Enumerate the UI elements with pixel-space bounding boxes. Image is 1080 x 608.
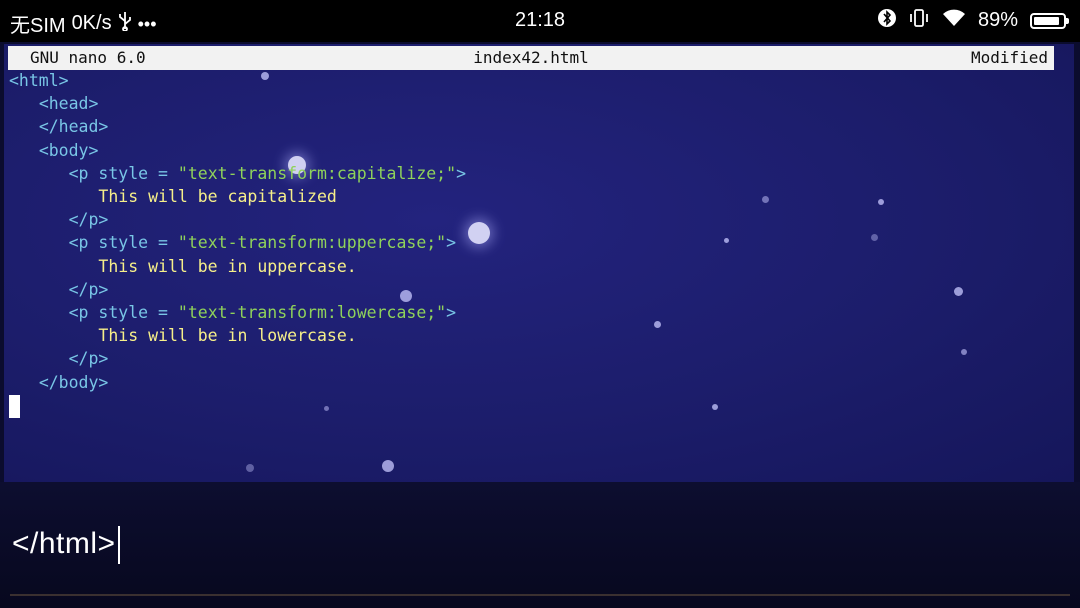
carrier-label: 无SIM <box>10 15 66 37</box>
code-token-str: "text-transform:lowercase;" <box>177 303 447 323</box>
code-line[interactable]: <p style = "text-transform:uppercase;"> <box>9 231 466 254</box>
code-token-tag: > <box>446 303 457 323</box>
code-line[interactable]: This will be capitalized <box>9 185 466 208</box>
code-token-tag: </p> <box>68 279 109 299</box>
code-token-tag: <head> <box>38 94 99 114</box>
code-token-tag: <body> <box>38 140 99 160</box>
network-speed: 0K/s <box>71 12 112 34</box>
code-line[interactable]: <html> <box>9 69 466 92</box>
file-name: index42.html <box>473 48 589 67</box>
code-token-txt: This will be in lowercase. <box>98 326 357 346</box>
code-line[interactable]: </head> <box>9 115 466 138</box>
more-dots-icon: ••• <box>137 13 157 34</box>
code-token-tag: <p <box>68 233 99 253</box>
vibrate-icon <box>908 8 930 33</box>
code-line[interactable]: </p> <box>9 347 466 370</box>
code-token-attr: style = <box>98 233 178 253</box>
status-left: 无SIM 0K/s ••• <box>10 9 157 38</box>
code-token-tag: <html> <box>9 71 69 90</box>
code-line[interactable]: </p> <box>9 278 466 301</box>
code-token-tag: <p <box>68 303 99 323</box>
code-token-tag: </head> <box>38 117 109 137</box>
caption-text: </html> <box>12 526 120 564</box>
code-token-str: "text-transform:capitalize;" <box>177 163 457 183</box>
text-caret <box>117 526 120 564</box>
caption-area: </html> <box>0 482 1080 608</box>
nano-title-bar: GNU nano 6.0 index42.html Modified <box>8 46 1054 70</box>
code-line[interactable]: <body> <box>9 139 466 162</box>
code-token-str: "text-transform:uppercase;" <box>177 233 447 253</box>
caption-label: </html> <box>12 526 116 560</box>
code-line[interactable]: This will be in lowercase. <box>9 324 466 347</box>
status-right: 89% <box>877 8 1069 33</box>
nano-terminal[interactable]: GNU nano 6.0 index42.html Modified <html… <box>4 44 1074 482</box>
code-token-tag: > <box>446 233 457 253</box>
usb-icon <box>118 11 132 36</box>
battery-icon <box>1030 12 1069 29</box>
text-cursor <box>9 394 20 418</box>
code-token-txt: This will be capitalized <box>98 187 337 207</box>
cursor-line[interactable] <box>9 394 466 418</box>
wifi-icon <box>942 8 966 33</box>
code-editor[interactable]: <html> <head> </head> <body> <p style = … <box>9 69 466 418</box>
code-token-tag: </p> <box>68 210 109 230</box>
code-token-attr: style = <box>98 303 178 323</box>
modified-status: Modified <box>970 48 1048 67</box>
code-line[interactable]: </body> <box>9 371 466 394</box>
code-token-attr: style = <box>98 163 178 183</box>
code-line[interactable]: <p style = "text-transform:capitalize;"> <box>9 162 466 185</box>
code-token-txt: This will be in uppercase. <box>98 256 357 276</box>
code-line[interactable]: This will be in uppercase. <box>9 255 466 278</box>
code-token-tag: > <box>456 163 466 183</box>
code-token-tag: </p> <box>68 349 109 369</box>
code-token-tag: <p <box>68 163 99 183</box>
code-line[interactable]: <head> <box>9 92 466 115</box>
bluetooth-icon <box>877 8 896 33</box>
code-line[interactable]: <p style = "text-transform:lowercase;"> <box>9 301 466 324</box>
status-bar: 无SIM 0K/s ••• 21:18 89% <box>0 0 1080 42</box>
battery-percent: 89% <box>977 9 1018 31</box>
divider <box>10 594 1070 596</box>
code-line[interactable]: </p> <box>9 208 466 231</box>
code-token-tag: </body> <box>38 372 109 392</box>
